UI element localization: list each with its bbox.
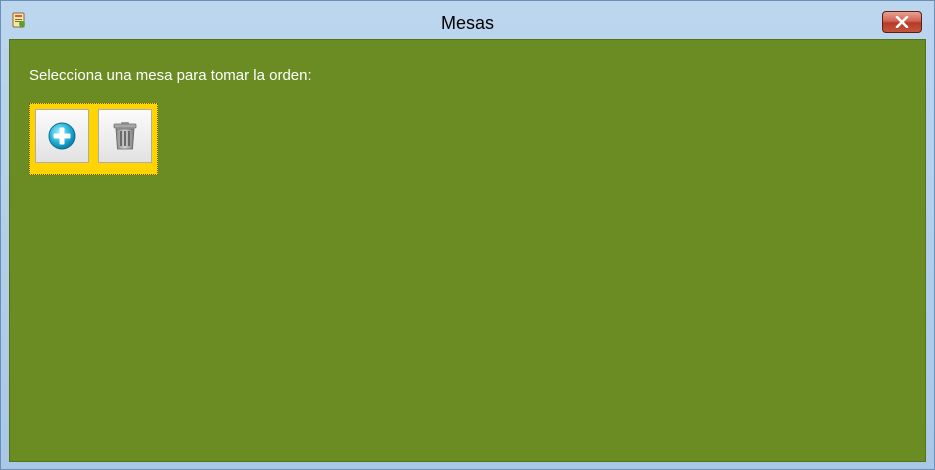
- trash-icon: [113, 122, 137, 150]
- tables-panel: Selecciona una mesa para tomar la orden:: [9, 39, 926, 462]
- table-actions-panel: [29, 103, 158, 175]
- app-window: Mesas Selecciona una mesa para tomar la …: [0, 0, 935, 470]
- add-circle-icon: [48, 122, 76, 150]
- delete-table-button[interactable]: [98, 109, 152, 163]
- add-table-button[interactable]: [35, 109, 89, 163]
- select-table-label: Selecciona una mesa para tomar la orden:: [29, 67, 312, 84]
- close-icon: [895, 16, 909, 28]
- close-button[interactable]: [882, 11, 922, 33]
- title-bar[interactable]: Mesas: [1, 1, 934, 39]
- window-title: Mesas: [440, 13, 494, 33]
